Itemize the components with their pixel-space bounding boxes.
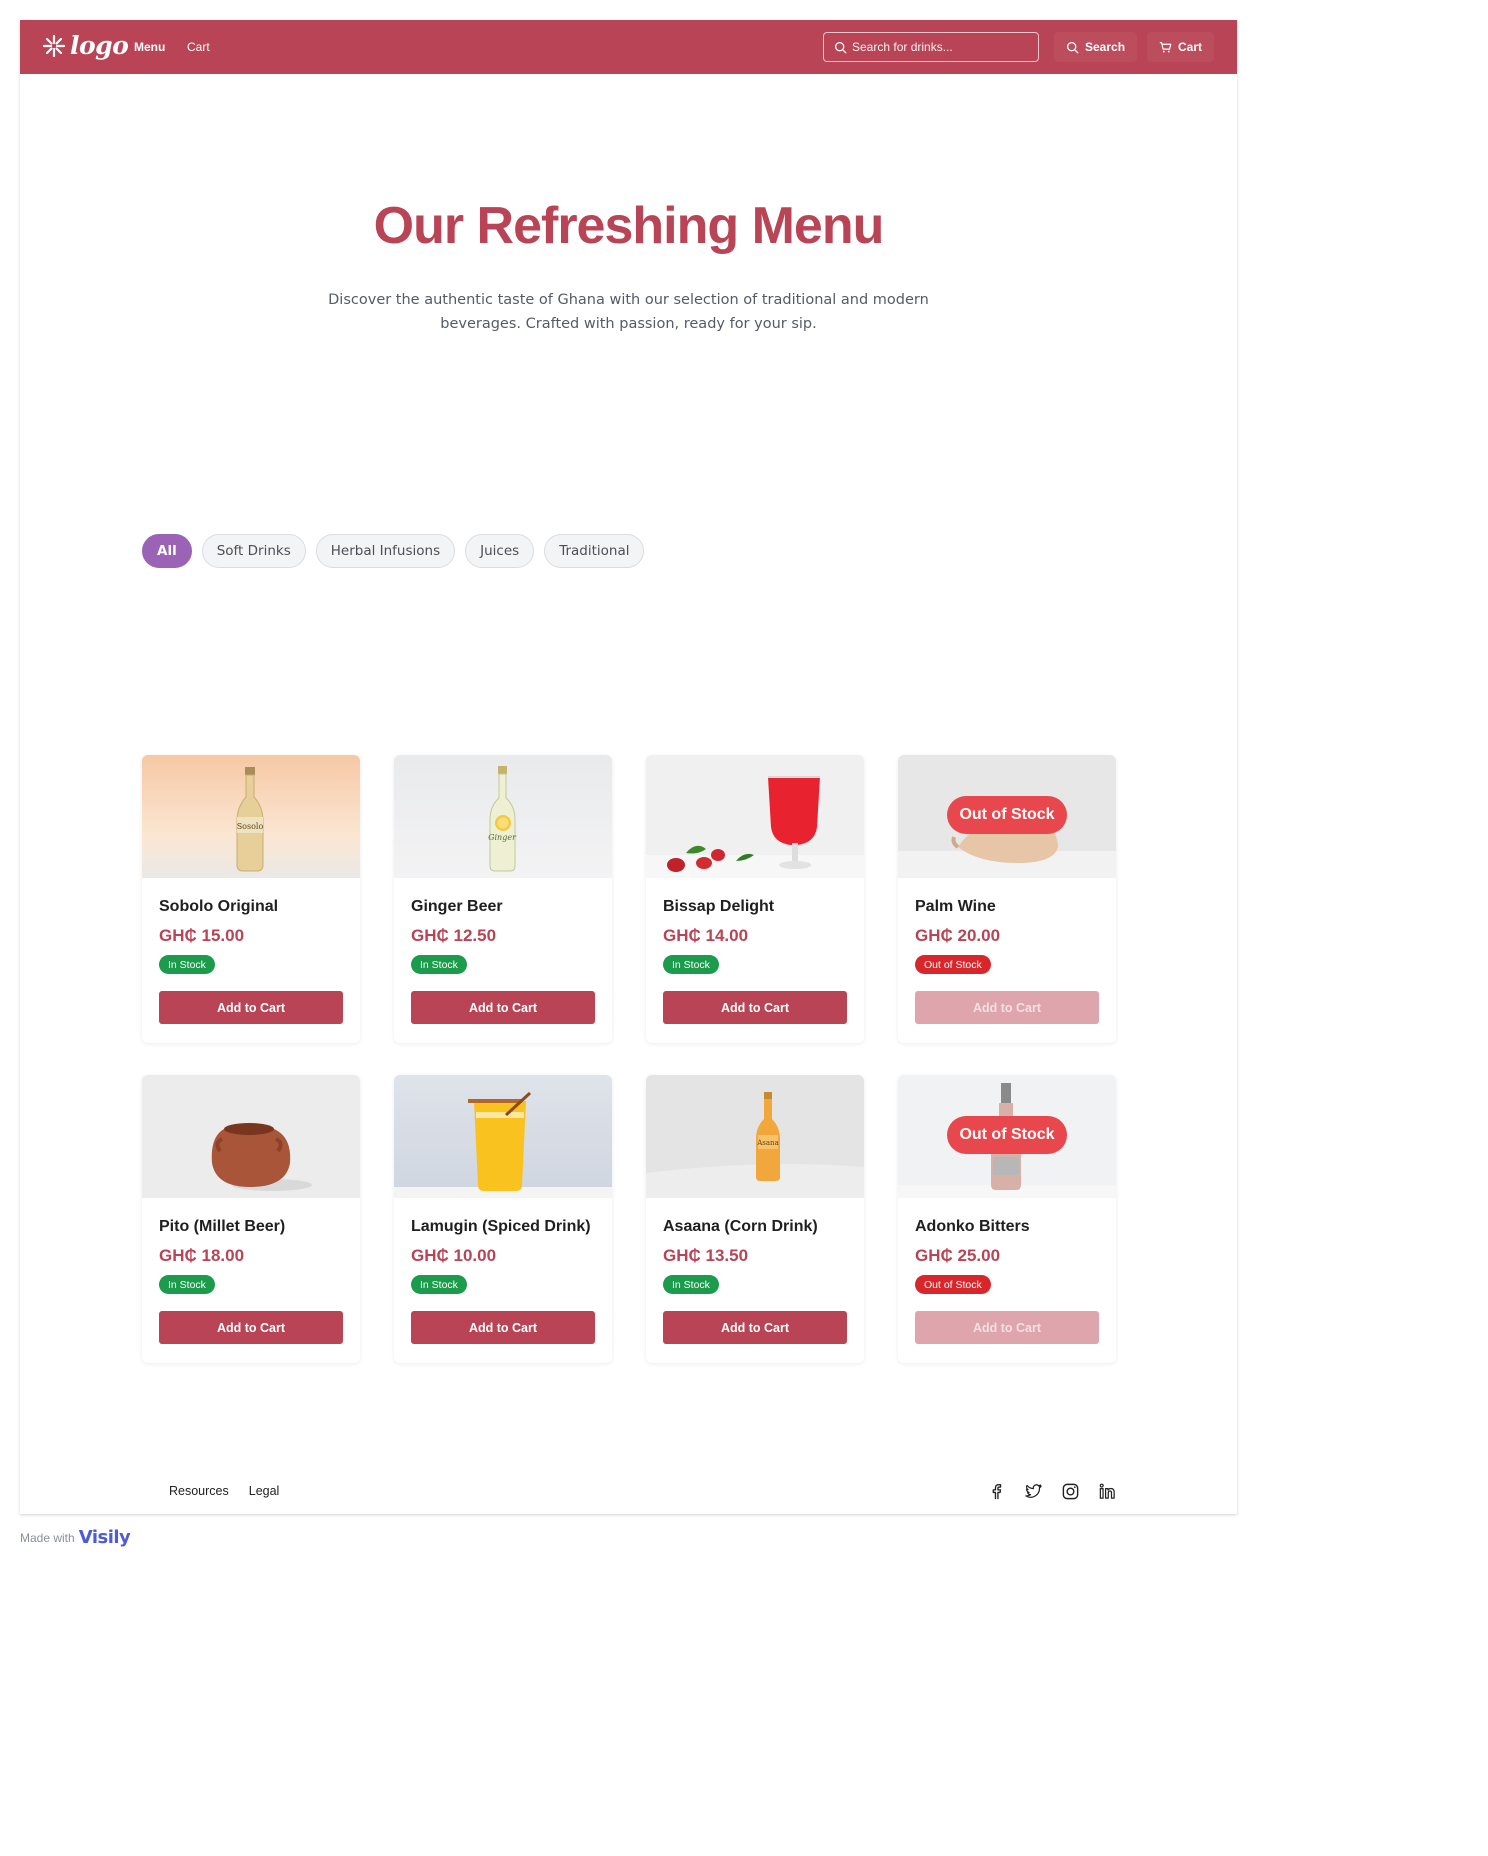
product-price: GH₵ 25.00: [915, 1246, 1001, 1265]
product-price: GH₵ 10.00: [411, 1246, 497, 1265]
add-to-cart-button[interactable]: Add to Cart: [411, 1311, 595, 1344]
nav-cart-link[interactable]: Cart: [187, 40, 210, 54]
search-icon: [834, 41, 847, 53]
product-name[interactable]: Pito (Millet Beer): [159, 1218, 285, 1236]
status-badge: In Stock: [663, 1275, 719, 1294]
made-with-badge[interactable]: Made with Visily: [20, 1527, 131, 1548]
product-name[interactable]: Sobolo Original: [159, 898, 278, 916]
add-to-cart-button[interactable]: Add to Cart: [915, 991, 1099, 1024]
status-badge: In Stock: [159, 1275, 215, 1294]
search-button-label: Search: [1085, 40, 1126, 54]
product-image[interactable]: [394, 1075, 612, 1198]
search-button[interactable]: Search: [1054, 32, 1138, 62]
cart-button-label: Cart: [1178, 40, 1203, 54]
product-name[interactable]: Bissap Delight: [663, 898, 774, 916]
footer-links: Resources Legal: [169, 1484, 279, 1498]
linkedin-icon[interactable]: [1098, 1482, 1117, 1501]
filter-chip-traditional[interactable]: Traditional: [544, 534, 645, 568]
clay-pot-icon: [142, 1075, 360, 1198]
facebook-icon[interactable]: [987, 1482, 1006, 1501]
product-name[interactable]: Lamugin (Spiced Drink): [411, 1218, 591, 1236]
product-name[interactable]: Asaana (Corn Drink): [663, 1218, 818, 1236]
product-image[interactable]: Out of Stock: [898, 1075, 1116, 1198]
product-image[interactable]: Out of Stock: [898, 755, 1116, 878]
out-of-stock-overlay: Out of Stock: [947, 796, 1067, 834]
filter-chip-all[interactable]: All: [142, 534, 192, 568]
product-card[interactable]: Out of Stock Palm Wine GH₵ 20.00 Out of …: [898, 755, 1116, 1043]
product-image[interactable]: Ginger: [394, 755, 612, 878]
shopping-cart-icon: [1159, 41, 1172, 52]
search-icon: [1066, 41, 1079, 53]
asterisk-logo-icon: [42, 34, 66, 57]
product-card[interactable]: Ginger Ginger Beer GH₵ 12.50 In Stock Ad…: [394, 755, 612, 1043]
product-price: GH₵ 20.00: [915, 926, 1001, 945]
add-to-cart-button[interactable]: Add to Cart: [411, 991, 595, 1024]
bottle-sobolo-icon: Sosolo: [142, 755, 360, 878]
product-name[interactable]: Palm Wine: [915, 898, 996, 916]
out-of-stock-overlay: Out of Stock: [947, 1116, 1067, 1154]
instagram-icon[interactable]: [1061, 1482, 1080, 1501]
product-name[interactable]: Ginger Beer: [411, 898, 503, 916]
add-to-cart-button[interactable]: Add to Cart: [663, 1311, 847, 1344]
footer-link-legal[interactable]: Legal: [249, 1484, 280, 1498]
product-card[interactable]: Lamugin (Spiced Drink) GH₵ 10.00 In Stoc…: [394, 1075, 612, 1363]
twitter-icon[interactable]: [1024, 1482, 1043, 1501]
visily-brand: Visily: [78, 1527, 131, 1548]
product-card[interactable]: Pito (Millet Beer) GH₵ 18.00 In Stock Ad…: [142, 1075, 360, 1363]
logo-text: logo: [70, 31, 129, 60]
filter-chip-juices[interactable]: Juices: [465, 534, 535, 568]
status-badge: Out of Stock: [915, 955, 991, 974]
page-title: Our Refreshing Menu: [373, 197, 885, 255]
bottle-ginger-icon: Ginger: [394, 755, 612, 878]
product-image[interactable]: Sosolo: [142, 755, 360, 878]
cart-button[interactable]: Cart: [1147, 32, 1215, 62]
add-to-cart-button[interactable]: Add to Cart: [159, 991, 343, 1024]
glass-bissap-icon: [646, 755, 864, 878]
product-image[interactable]: [646, 755, 864, 878]
social-links: [987, 1482, 1117, 1501]
svg-text:Asana: Asana: [756, 1139, 779, 1147]
status-badge: Out of Stock: [915, 1275, 991, 1294]
made-with-label: Made with: [20, 1530, 75, 1545]
product-price: GH₵ 18.00: [159, 1246, 245, 1265]
nav-menu-link[interactable]: Menu: [134, 40, 165, 54]
add-to-cart-button[interactable]: Add to Cart: [663, 991, 847, 1024]
page-subtitle: Discover the authentic taste of Ghana wi…: [328, 292, 929, 332]
status-badge: In Stock: [159, 955, 215, 974]
logo[interactable]: logo: [42, 31, 129, 60]
product-image[interactable]: Asana: [646, 1075, 864, 1198]
footer-link-resources[interactable]: Resources: [169, 1484, 229, 1498]
svg-text:Ginger: Ginger: [488, 833, 517, 842]
filter-chip-herbal-infusions[interactable]: Herbal Infusions: [315, 534, 456, 568]
page-frame: logo Menu Cart Search Cart Our Refreshin…: [20, 20, 1237, 1514]
add-to-cart-button[interactable]: Add to Cart: [915, 1311, 1099, 1344]
product-card[interactable]: Out of Stock Adonko Bitters GH₵ 25.00 Ou…: [898, 1075, 1116, 1363]
product-price: GH₵ 15.00: [159, 926, 245, 945]
product-card[interactable]: Asana Asaana (Corn Drink) GH₵ 13.50 In S…: [646, 1075, 864, 1363]
product-name[interactable]: Adonko Bitters: [915, 1218, 1030, 1236]
status-badge: In Stock: [411, 955, 467, 974]
search-input[interactable]: [852, 40, 1032, 54]
top-navigation-bar: logo Menu Cart Search Cart: [20, 20, 1237, 74]
bottle-asaana-icon: Asana: [646, 1075, 864, 1198]
product-grid: Sosolo Sobolo Original GH₵ 15.00 In Stoc…: [142, 755, 1116, 1363]
product-price: GH₵ 13.50: [663, 1246, 749, 1265]
svg-text:Sosolo: Sosolo: [237, 822, 264, 831]
product-card[interactable]: Bissap Delight GH₵ 14.00 In Stock Add to…: [646, 755, 864, 1043]
product-price: GH₵ 14.00: [663, 926, 749, 945]
filter-chip-soft-drinks[interactable]: Soft Drinks: [201, 534, 306, 568]
product-price: GH₵ 12.50: [411, 926, 497, 945]
product-card[interactable]: Sosolo Sobolo Original GH₵ 15.00 In Stoc…: [142, 755, 360, 1043]
glass-lamugin-icon: [394, 1075, 612, 1198]
add-to-cart-button[interactable]: Add to Cart: [159, 1311, 343, 1344]
search-field[interactable]: [823, 32, 1039, 62]
product-image[interactable]: [142, 1075, 360, 1198]
category-filter-bar: All Soft Drinks Herbal Infusions Juices …: [142, 534, 645, 568]
status-badge: In Stock: [663, 955, 719, 974]
status-badge: In Stock: [411, 1275, 467, 1294]
